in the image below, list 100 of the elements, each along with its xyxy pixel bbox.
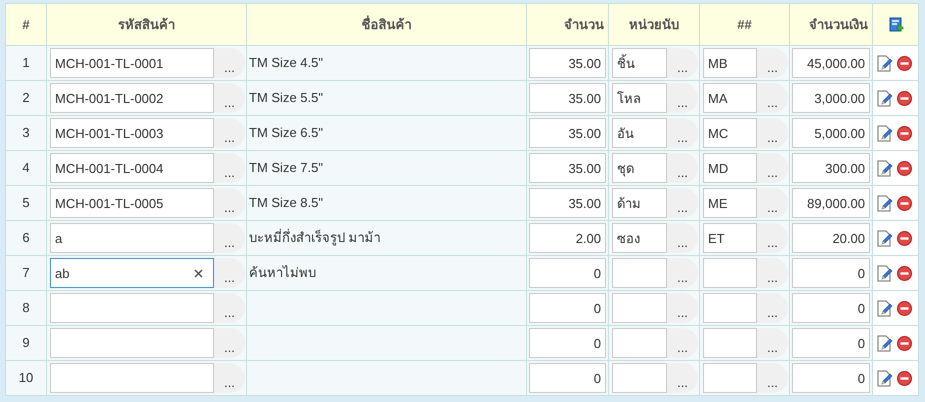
input-field[interactable]: 20.00 [792,223,870,253]
edit-icon[interactable] [876,264,893,282]
input-field[interactable]: MCH-001-TL-0003 [50,118,214,148]
input-field[interactable]: MA [703,83,757,113]
lookup-button[interactable]: ... [214,258,245,288]
lookup-button[interactable]: ... [667,258,698,288]
input-field[interactable]: ซอง [612,223,667,253]
edit-icon[interactable] [876,334,893,352]
input-field[interactable]: MCH-001-TL-0004 [50,153,214,183]
edit-icon[interactable] [876,54,893,72]
edit-icon[interactable] [876,160,893,176]
input-field[interactable]: 35.00 [529,188,606,218]
input-field[interactable]: โหล [612,83,667,113]
input-field[interactable] [703,328,757,358]
input-field[interactable]: 0 [529,328,606,358]
lookup-button[interactable]: ... [757,153,788,183]
lookup-button[interactable]: ... [214,223,245,253]
lookup-button[interactable]: ... [757,223,788,253]
delete-icon[interactable] [897,230,912,246]
delete-icon[interactable] [897,196,912,210]
edit-icon[interactable] [876,370,893,386]
input-field[interactable]: ab [50,258,214,288]
add-row-icon[interactable] [888,17,904,34]
input-field[interactable]: 35.00 [529,153,606,183]
input-field[interactable] [50,363,214,393]
edit-icon[interactable] [876,194,893,212]
input-field[interactable]: ชิ้น [612,48,667,78]
lookup-button[interactable]: ... [757,258,788,288]
delete-icon[interactable] [897,336,912,350]
lookup-button[interactable]: ... [214,48,245,78]
input-field[interactable]: 0 [792,258,870,288]
delete-icon[interactable] [897,370,912,386]
input-field[interactable]: MCH-001-TL-0001 [50,48,214,78]
input-field[interactable]: 3,000.00 [792,83,870,113]
lookup-button[interactable]: ... [667,188,698,218]
input-field[interactable]: อัน [612,118,667,148]
edit-icon[interactable] [876,230,893,246]
lookup-button[interactable]: ... [214,83,245,113]
delete-icon[interactable] [897,126,912,140]
lookup-button[interactable]: ... [667,223,698,253]
edit-icon[interactable] [876,90,893,106]
input-field[interactable]: 2.00 [529,223,606,253]
clear-icon[interactable] [194,269,203,278]
lookup-button[interactable]: ... [214,328,245,358]
input-field[interactable]: MCH-001-TL-0002 [50,83,214,113]
delete-icon[interactable] [897,300,912,316]
lookup-button[interactable]: ... [667,83,698,113]
input-field[interactable]: ด้าม [612,188,667,218]
lookup-button[interactable]: ... [667,118,698,148]
input-field[interactable] [703,258,757,288]
input-field[interactable] [612,293,667,323]
lookup-button[interactable]: ... [757,118,788,148]
lookup-button[interactable]: ... [667,293,698,323]
input-field[interactable]: MD [703,153,757,183]
lookup-button[interactable]: ... [214,153,245,183]
input-field[interactable]: 0 [529,293,606,323]
input-field[interactable]: 35.00 [529,48,606,78]
delete-icon[interactable] [897,90,912,106]
input-field[interactable] [703,363,757,393]
input-field[interactable] [50,328,214,358]
input-field[interactable]: 0 [792,363,870,393]
input-field[interactable]: MC [703,118,757,148]
lookup-button[interactable]: ... [214,188,245,218]
lookup-button[interactable]: ... [667,328,698,358]
input-field[interactable]: 0 [792,328,870,358]
input-field[interactable] [612,328,667,358]
input-field[interactable] [612,258,667,288]
input-field[interactable]: MCH-001-TL-0005 [50,188,214,218]
lookup-button[interactable]: ... [667,48,698,78]
input-field[interactable] [50,293,214,323]
input-field[interactable]: 35.00 [529,83,606,113]
lookup-button[interactable]: ... [757,83,788,113]
lookup-button[interactable]: ... [757,293,788,323]
delete-icon[interactable] [897,56,912,70]
lookup-button[interactable]: ... [757,48,788,78]
lookup-button[interactable]: ... [757,328,788,358]
input-field[interactable]: a [50,223,214,253]
lookup-button[interactable]: ... [214,363,245,393]
lookup-button[interactable]: ... [667,363,698,393]
input-field[interactable]: ET [703,223,757,253]
delete-icon[interactable] [897,266,912,280]
input-field[interactable]: ME [703,188,757,218]
input-field[interactable]: 300.00 [792,153,870,183]
edit-icon[interactable] [876,124,893,142]
input-field[interactable]: MB [703,48,757,78]
input-field[interactable]: 35.00 [529,118,606,148]
edit-icon[interactable] [876,300,893,316]
input-field[interactable] [612,363,667,393]
input-field[interactable] [703,293,757,323]
input-field[interactable]: 0 [529,258,606,288]
delete-icon[interactable] [897,160,912,176]
input-field[interactable]: 89,000.00 [792,188,870,218]
lookup-button[interactable]: ... [667,153,698,183]
lookup-button[interactable]: ... [757,188,788,218]
lookup-button[interactable]: ... [757,363,788,393]
input-field[interactable]: 5,000.00 [792,118,870,148]
input-field[interactable]: 45,000.00 [792,48,870,78]
input-field[interactable]: 0 [529,363,606,393]
lookup-button[interactable]: ... [214,293,245,323]
input-field[interactable]: 0 [792,293,870,323]
